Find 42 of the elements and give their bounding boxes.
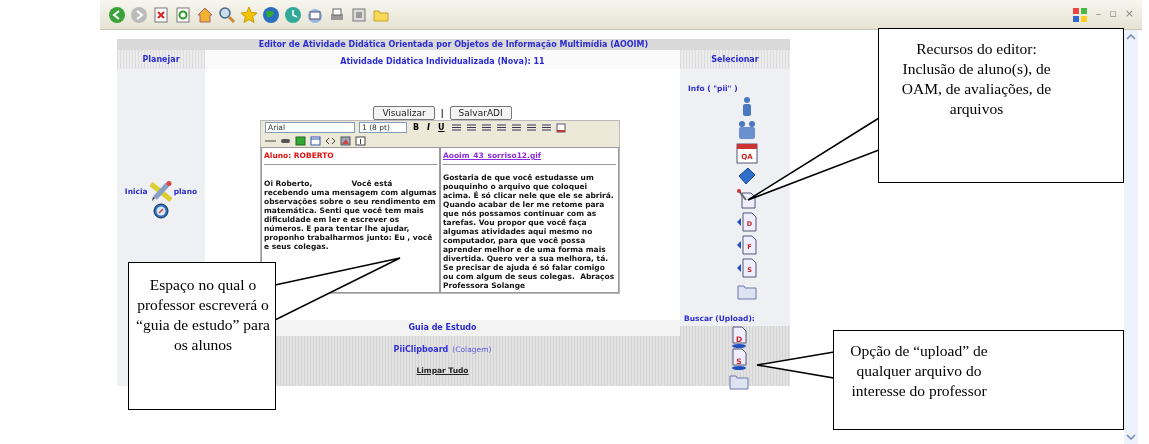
align-right-icon[interactable] (480, 122, 492, 133)
page-title: Atividade Didática Individualizada (Nova): 11 (205, 50, 680, 69)
indent-icon[interactable] (540, 122, 552, 133)
underline-button[interactable]: U (436, 121, 447, 134)
home-icon[interactable] (196, 5, 214, 24)
document-edit-icon[interactable] (736, 188, 758, 211)
outdent-icon[interactable] (525, 122, 537, 133)
group-icon[interactable] (736, 119, 758, 142)
clipboard-link[interactable]: PiiClipboard (393, 344, 449, 356)
numbered-list-icon[interactable] (495, 122, 507, 133)
column-heading: Planejar (117, 50, 205, 69)
scrollbar[interactable] (1124, 30, 1138, 444)
pencil-ruler-icon[interactable] (147, 181, 174, 203)
globe-icon[interactable] (262, 5, 280, 24)
table-icon[interactable] (310, 135, 321, 146)
bold-button[interactable]: B (411, 121, 422, 134)
save-button[interactable]: SalvarADI (449, 106, 512, 120)
star-icon[interactable] (240, 5, 258, 24)
separator: | (439, 108, 445, 120)
stop-icon[interactable] (152, 5, 170, 24)
callout-text: Opção de “upload” de qualquer arquivo do interesse do professor (849, 341, 989, 401)
windows-logo-icon (1071, 6, 1088, 23)
text-color-icon[interactable] (555, 122, 567, 133)
compass-icon[interactable] (153, 203, 169, 219)
column-heading: Selecionar (680, 50, 790, 69)
italic-button[interactable]: I (425, 121, 433, 134)
preview-button[interactable]: Visualizar (373, 106, 435, 120)
bulleted-list-icon[interactable] (510, 122, 522, 133)
callout-text: Espaço no qual o professor escreverá o “guia de estudo” para os alunos (135, 275, 271, 355)
minimize-button[interactable]: – (1095, 6, 1102, 23)
align-center-icon[interactable] (465, 122, 477, 133)
back-icon[interactable] (108, 5, 126, 24)
code-icon[interactable] (325, 135, 336, 146)
search-icon[interactable] (218, 5, 236, 24)
callout-text: Recursos do editor: Inclusão de aluno(s), de OAM, de avaliações, de arquivos (900, 39, 1053, 119)
align-left-icon[interactable] (450, 122, 462, 133)
image-icon[interactable] (295, 135, 306, 146)
page-header: Editor de Atividade Didática Orientada por Objetos de Informação Multimídia (AOOIM) (117, 39, 790, 50)
info-icon[interactable] (355, 135, 366, 146)
insert-picture-icon[interactable] (340, 135, 351, 146)
history-icon[interactable] (284, 5, 302, 24)
refresh-icon[interactable] (174, 5, 192, 24)
